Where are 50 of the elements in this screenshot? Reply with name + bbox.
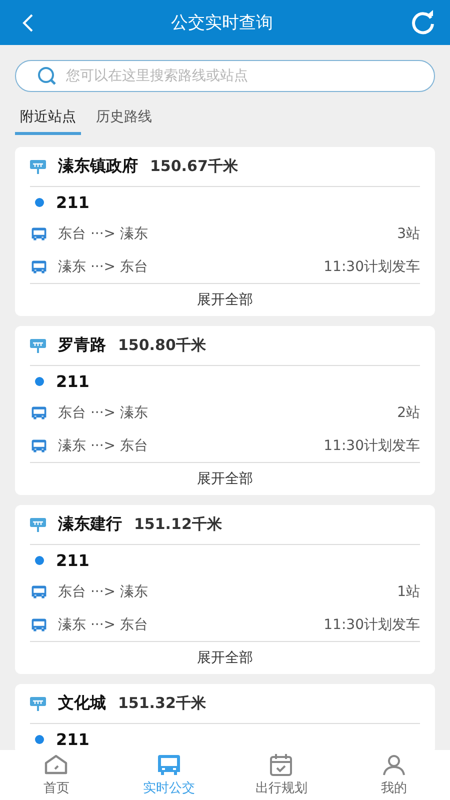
nav-item[interactable]: 首页 (0, 750, 112, 800)
arrival-info: 1站 (397, 582, 420, 600)
route-dot-icon (35, 376, 44, 386)
route-number[interactable]: 211 (56, 372, 90, 390)
bus-stop-icon (30, 338, 46, 352)
bus-stop-icon (30, 160, 46, 174)
bus-icon (30, 436, 48, 454)
arrival-info: 11:30计划发车 (324, 436, 420, 454)
expand-all-link[interactable]: 展开全部 (197, 284, 253, 316)
bus-icon (30, 258, 48, 276)
arrival-info: 3站 (397, 224, 420, 242)
station-name: 文化城 (58, 693, 106, 714)
expand-all-link[interactable]: 展开全部 (197, 463, 253, 495)
tab[interactable]: 历史路线 (91, 106, 157, 135)
bus-stop-icon (30, 696, 46, 710)
bus-icon (30, 616, 48, 634)
route-direction: 溱东 ···> 东台 (58, 258, 148, 276)
route-direction: 东台 ···> 溱东 (58, 224, 148, 242)
bus-icon (30, 582, 48, 600)
station-name: 溱东镇政府 (58, 156, 138, 177)
refresh-icon[interactable] (410, 10, 436, 36)
arrival-info: 11:30计划发车 (324, 258, 420, 276)
expand-all-link[interactable]: 展开全部 (197, 642, 253, 674)
page-title: 公交实时查询 (171, 12, 273, 34)
bus-icon (30, 404, 48, 422)
nav-item[interactable]: 出行规划 (225, 750, 338, 800)
route-dot-icon (35, 734, 44, 744)
station-name: 罗青路 (58, 335, 106, 356)
route-number[interactable]: 211 (56, 192, 90, 212)
arrival-info: 11:30计划发车 (324, 616, 420, 634)
back-icon[interactable] (22, 12, 34, 32)
route-dot-icon (35, 556, 44, 564)
station-distance: 151.12千米 (134, 515, 222, 534)
station-distance: 150.67千米 (150, 157, 238, 176)
route-direction: 溱东 ···> 东台 (58, 436, 148, 454)
nav-item[interactable]: 我的 (338, 750, 450, 800)
station-distance: 151.32千米 (118, 694, 206, 713)
bus-icon (30, 224, 48, 242)
station-name: 溱东建行 (58, 514, 122, 535)
route-direction: 东台 ···> 溱东 (58, 404, 148, 422)
tab[interactable]: 附近站点 (15, 106, 81, 135)
route-direction: 东台 ···> 溱东 (58, 582, 148, 600)
arrival-info: 2站 (397, 404, 420, 422)
search-field[interactable]: 您可以在这里搜索路线或站点 (15, 60, 435, 92)
route-dot-icon (35, 198, 44, 206)
route-direction: 溱东 ···> 东台 (58, 616, 148, 634)
route-number[interactable]: 211 (56, 550, 90, 570)
station-distance: 150.80千米 (118, 336, 206, 355)
bus-stop-icon (30, 518, 46, 532)
route-number[interactable]: 211 (56, 730, 90, 748)
